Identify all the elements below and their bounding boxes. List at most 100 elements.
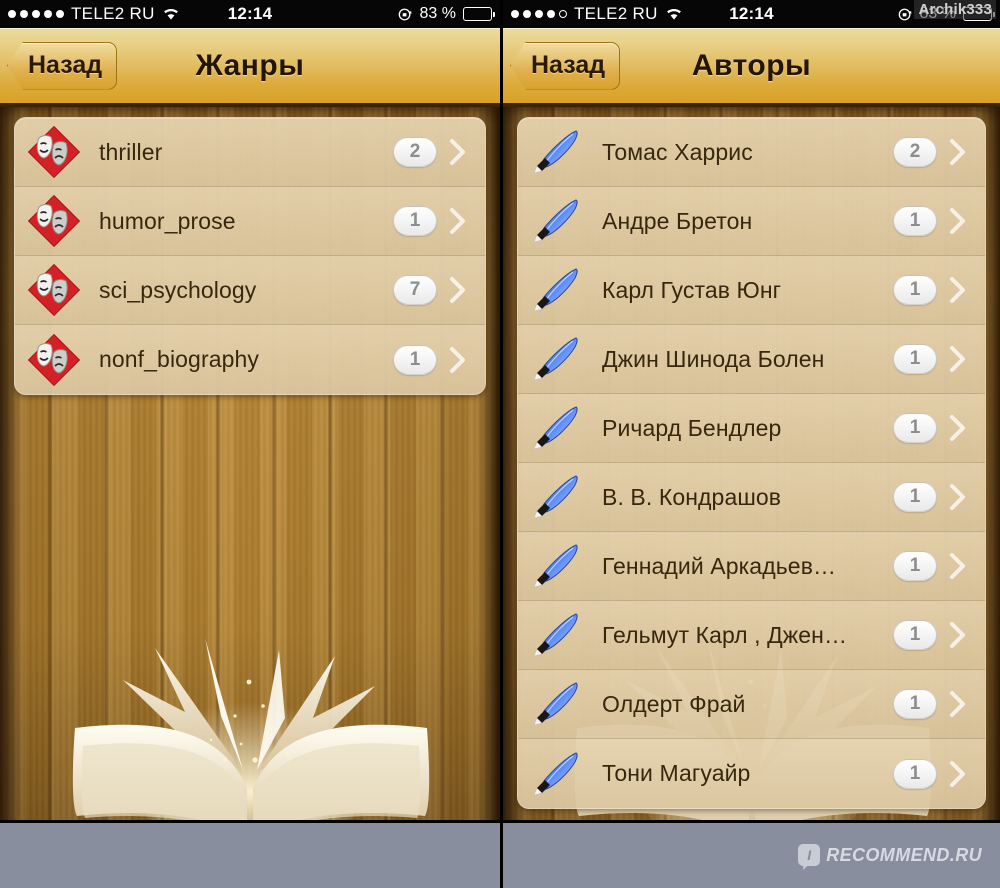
quill-pen-icon: [526, 261, 588, 319]
list-item[interactable]: Гельмут Карл , Джен… 1: [518, 601, 985, 670]
count-badge: 1: [893, 689, 937, 719]
status-bar-carrier-group: TELE2 RU: [8, 4, 180, 24]
wifi-icon: [162, 7, 180, 21]
wifi-icon: [665, 7, 683, 21]
list-item[interactable]: Геннадий Аркадьев… 1: [518, 532, 985, 601]
chevron-right-icon: [941, 276, 975, 304]
chevron-right-icon: [941, 138, 975, 166]
battery-icon: [463, 7, 495, 21]
count-badge: 1: [893, 482, 937, 512]
list-item[interactable]: Тони Магуайр 1: [518, 739, 985, 808]
theater-masks-icon: [23, 261, 85, 319]
count-badge: 1: [893, 551, 937, 581]
chevron-right-icon: [941, 207, 975, 235]
nav-bar-genres: Назад Жанры: [0, 28, 500, 107]
chevron-right-icon: [441, 138, 475, 166]
list-item[interactable]: Олдерт Фрай 1: [518, 670, 985, 739]
list-item[interactable]: sci_psychology 7: [15, 256, 485, 325]
genres-list: thriller 2 humor_prose 1 sci_psychology 7 nonf…: [14, 117, 486, 395]
panel-body-genres: thriller 2 humor_prose 1 sci_psychology 7 nonf…: [0, 107, 500, 888]
quill-pen-icon: [526, 468, 588, 526]
watermark-bottom: I RECOMMEND.RU: [798, 844, 982, 866]
chevron-right-icon: [941, 345, 975, 373]
recommend-bubble-icon: I: [798, 844, 821, 866]
count-badge: 1: [893, 758, 937, 789]
chevron-right-icon: [941, 760, 975, 788]
screenshot-root: TELE2 RU 12:14 83 % Назад Жанры thriller…: [0, 0, 1000, 888]
list-item[interactable]: Томас Харрис 2: [518, 118, 985, 187]
quill-pen-icon: [526, 675, 588, 733]
chevron-right-icon: [941, 621, 975, 649]
quill-pen-icon: [526, 123, 588, 181]
list-item-label: Джин Шинода Болен: [602, 345, 825, 372]
carrier-name: TELE2 RU: [71, 4, 155, 23]
list-item-label: Андре Бретон: [602, 207, 753, 234]
list-item[interactable]: nonf_biography 1: [15, 325, 485, 394]
count-badge: 7: [393, 275, 437, 305]
status-bar-right-group: 83 %: [398, 5, 495, 23]
watermark-top: Archik333: [914, 0, 996, 19]
quill-pen-icon: [526, 330, 588, 388]
count-badge: 1: [893, 413, 937, 443]
bottom-grey-bar-left: [0, 820, 500, 888]
list-item[interactable]: thriller 2: [15, 118, 485, 187]
list-item[interactable]: В. В. Кондрашов 1: [518, 463, 985, 532]
list-item-label: sci_psychology: [99, 276, 257, 303]
status-bar-carrier-group: TELE2 RU: [511, 4, 683, 24]
rotation-lock-icon: [898, 7, 913, 22]
list-item-label: Томас Харрис: [602, 138, 753, 165]
battery-percent-label: 83 %: [419, 5, 456, 22]
count-badge: 1: [893, 206, 937, 236]
count-badge: 1: [393, 344, 437, 375]
quill-pen-icon: [526, 399, 588, 457]
quill-pen-icon: [526, 537, 588, 595]
chevron-right-icon: [441, 276, 475, 304]
list-item-label: Тони Магуайр: [602, 760, 751, 786]
list-item-label: nonf_biography: [99, 346, 259, 372]
theater-masks-icon: [23, 192, 85, 250]
list-item-label: humor_prose: [99, 207, 236, 234]
quill-pen-icon: [526, 745, 588, 803]
signal-strength-dots: [8, 10, 64, 18]
chevron-right-icon: [441, 207, 475, 235]
authors-list: Томас Харрис 2 Андре Бретон 1 Карл Густав Юн…: [517, 117, 986, 809]
chevron-right-icon: [441, 346, 475, 374]
panel-authors: TELE2 RU 12:14 83 % Назад Авторы: [500, 0, 1000, 888]
list-item[interactable]: Андре Бретон 1: [518, 187, 985, 256]
nav-bar-authors: Назад Авторы: [503, 28, 1000, 107]
theater-masks-icon: [23, 331, 85, 389]
list-item-label: Геннадий Аркадьев…: [602, 552, 837, 579]
chevron-right-icon: [941, 483, 975, 511]
list-item[interactable]: Карл Густав Юнг 1: [518, 256, 985, 325]
count-badge: 1: [393, 206, 437, 236]
chevron-right-icon: [941, 552, 975, 580]
list-item-label: Карл Густав Юнг: [602, 276, 782, 303]
watermark-bottom-label: RECOMMEND.RU: [826, 844, 982, 865]
back-button-label: Назад: [28, 51, 103, 79]
count-badge: 2: [393, 137, 437, 167]
list-item-label: Гельмут Карл , Джен…: [602, 621, 848, 648]
count-badge: 2: [893, 137, 937, 167]
back-button[interactable]: Назад: [7, 41, 118, 90]
count-badge: 1: [893, 620, 937, 650]
list-item[interactable]: humor_prose 1: [15, 187, 485, 256]
quill-pen-icon: [526, 192, 588, 250]
list-item-label: Ричард Бендлер: [602, 414, 782, 441]
chevron-right-icon: [941, 690, 975, 718]
signal-strength-dots: [511, 10, 567, 18]
list-item[interactable]: Ричард Бендлер 1: [518, 394, 985, 463]
rotation-lock-icon: [398, 7, 413, 22]
chevron-right-icon: [941, 414, 975, 442]
list-item-label: thriller: [99, 138, 163, 165]
list-item-label: Олдерт Фрай: [602, 690, 746, 717]
theater-masks-icon: [23, 123, 85, 181]
panel-genres: TELE2 RU 12:14 83 % Назад Жанры thriller…: [0, 0, 500, 888]
quill-pen-icon: [526, 606, 588, 664]
status-bar-left: TELE2 RU 12:14 83 %: [0, 0, 500, 28]
panel-body-authors: Томас Харрис 2 Андре Бретон 1 Карл Густав Юн…: [503, 107, 1000, 888]
carrier-name: TELE2 RU: [574, 4, 658, 23]
back-button-label: Назад: [531, 51, 606, 79]
count-badge: 1: [893, 275, 937, 305]
back-button[interactable]: Назад: [510, 41, 621, 90]
list-item[interactable]: Джин Шинода Болен 1: [518, 325, 985, 394]
